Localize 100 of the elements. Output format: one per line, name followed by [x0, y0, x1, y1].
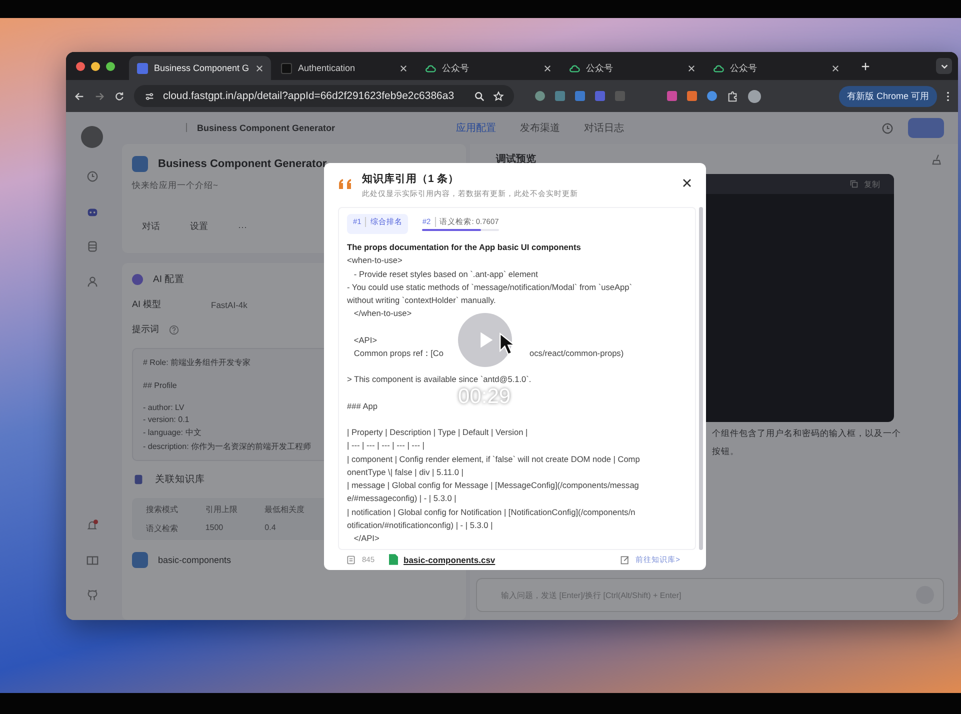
help-icon [169, 324, 179, 334]
quote-text-line: </API> [352, 532, 380, 546]
prompt-line: - author: LV [143, 403, 184, 412]
forward-icon[interactable] [94, 90, 105, 102]
back-icon[interactable] [74, 90, 85, 102]
browser-tab[interactable]: Business Component G [129, 56, 271, 80]
quote-text-line: Common props ref：[Co [352, 347, 444, 360]
panel-title: 调试预览 [496, 152, 536, 166]
quote-text-line: otification/#notificationconfig) | - | 5.3.0 | [347, 519, 493, 532]
header-button[interactable] [908, 118, 944, 138]
close-window-icon[interactable] [76, 62, 85, 70]
minimize-window-icon[interactable] [91, 62, 100, 70]
quote-text-line: | message | Global config for Message | [MessageConfig](/components/messag [347, 479, 639, 492]
copy-button[interactable]: 复制 [858, 178, 886, 190]
cloud-icon [713, 62, 724, 74]
app-description: 快来给应用一个介绍~ [132, 180, 218, 192]
prompt-line: - description: 你作为一名资深的前端开发工程师 [143, 441, 312, 452]
maximize-window-icon[interactable] [106, 62, 115, 70]
history-icon[interactable] [881, 122, 894, 134]
section-title: 关联知识库 [155, 473, 205, 486]
nav-tab[interactable]: 发布渠道 [520, 121, 560, 135]
document-icon [346, 554, 356, 564]
app-title: Business Component Generator [158, 158, 327, 170]
quote-text-line: ocs/react/common-props) [530, 347, 624, 360]
zoom-icon[interactable] [474, 90, 485, 102]
close-tab-icon[interactable] [544, 64, 551, 72]
copy-icon[interactable] [850, 180, 858, 188]
column-header: 引用上限 [205, 504, 238, 515]
user-avatar[interactable] [81, 126, 103, 148]
app-logo-icon [137, 62, 148, 74]
action-button[interactable]: ··· [228, 216, 257, 237]
quote-text-line: <when-to-use> [347, 254, 402, 268]
site-settings-icon[interactable] [144, 90, 155, 102]
prompt-line: ## Profile [143, 381, 177, 390]
prompt-line: - version: 0.1 [143, 415, 190, 424]
action-button[interactable]: 设置 [180, 216, 218, 237]
field-label: AI 模型 [132, 298, 162, 311]
quote-icon [338, 178, 354, 190]
tab-list-button[interactable] [936, 58, 952, 74]
spreadsheet-file-icon [388, 554, 398, 565]
quote-text-line: <API> [352, 334, 377, 347]
action-button[interactable]: 对话 [132, 216, 170, 237]
field-label: 提示词 [132, 323, 159, 336]
section-title: AI 配置 [153, 273, 185, 286]
quote-text-line: - Provide reset styles based on `.ant-app` element [352, 268, 538, 281]
close-tab-icon[interactable] [688, 64, 695, 72]
edit-icon[interactable] [620, 554, 630, 564]
clock-icon[interactable] [86, 170, 98, 183]
star-icon[interactable] [493, 90, 504, 102]
caret-icon [940, 62, 948, 70]
browser-tab[interactable]: 公众号 [561, 56, 703, 80]
quote-text-line: without writing `contextHolder` manually. [347, 294, 496, 308]
reply-text: 按钮。 [712, 446, 739, 458]
quote-text-line: | --- | --- | --- | --- | --- | [347, 439, 424, 452]
profile-avatar[interactable] [748, 90, 761, 102]
mouse-cursor-icon [499, 332, 515, 356]
table-cell-text: 语义检索 [146, 523, 179, 534]
more-vertical-icon[interactable] [946, 90, 950, 102]
quote-text-line: onentType \| false | div | 5.11.0 | [347, 466, 464, 479]
nav-tab[interactable]: 对话日志 [584, 121, 624, 135]
table-cell-text: 0.4 [264, 523, 277, 534]
close-tab-icon[interactable] [832, 64, 839, 72]
update-chrome-button[interactable]: 有新版 Chrome 可用 [838, 86, 937, 106]
quote-text-line: | notification | Global config for Notification | [NotificationConfig](/components/n [347, 506, 636, 519]
quote-text-line: </when-to-use> [352, 307, 412, 320]
new-tab-icon[interactable] [861, 62, 870, 70]
site-logo-icon [281, 62, 292, 74]
browser-tab[interactable]: 公众号 [417, 56, 559, 80]
quote-text-line: - You could use static methods of `message/notification/Modal` from `useApp` [347, 280, 632, 294]
browser-tab[interactable]: 公众号 [705, 56, 847, 80]
url-text: cloud.fastgpt.in/app/detail?appId=66d2f291623feb9e2c6386a3 [163, 90, 456, 102]
quote-text-line: ### App [347, 400, 378, 413]
close-icon[interactable] [682, 178, 692, 188]
breadcrumb-separator [186, 123, 187, 132]
cloud-icon [569, 62, 580, 74]
model-selector[interactable]: FastAI-4k [211, 300, 248, 310]
prompt-line: # Role: 前端业务组件开发专家 [143, 357, 251, 368]
quote-text-line: e/#messageconfig) | - | 5.3.0 | [347, 492, 456, 506]
file-link[interactable]: basic-components.csv [404, 554, 496, 564]
breadcrumb-item[interactable]: Business Component Generator [197, 123, 336, 133]
video-timestamp: 00:29 [458, 385, 511, 409]
cloud-icon [425, 62, 436, 74]
user-icon[interactable] [86, 275, 98, 288]
nav-tab[interactable]: 应用配置 [456, 121, 496, 135]
browser-tab[interactable]: Authentication [273, 56, 415, 80]
close-tab-icon[interactable] [256, 64, 263, 72]
puzzle-icon[interactable] [727, 90, 738, 102]
github-icon[interactable] [86, 589, 98, 602]
dataset-name[interactable]: basic-components [158, 555, 232, 565]
column-header: 搜索模式 [146, 504, 179, 515]
reload-icon[interactable] [114, 90, 125, 102]
scrollbar[interactable] [699, 207, 703, 550]
bell-icon[interactable] [86, 519, 98, 532]
address-bar[interactable]: cloud.fastgpt.in/app/detail?appId=66d2f291623feb9e2c6386a3 [134, 85, 514, 107]
quote-text-line: The props documentation for the App basic UI components [347, 241, 581, 254]
book-icon[interactable] [86, 554, 98, 567]
close-tab-icon[interactable] [400, 64, 407, 72]
broom-icon[interactable] [931, 152, 944, 166]
modal-title: 知识库引用（1 条） [362, 172, 460, 186]
column-header: 最低相关度 [264, 504, 306, 515]
